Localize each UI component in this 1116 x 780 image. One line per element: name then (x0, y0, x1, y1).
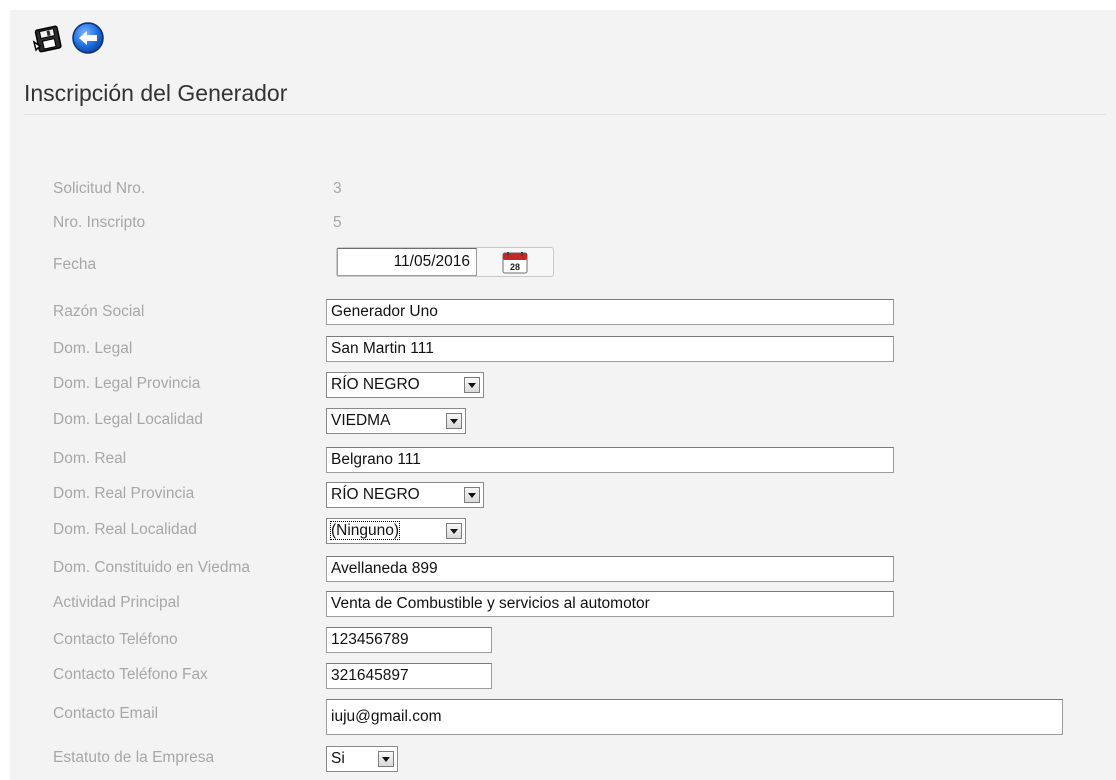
estatuto-value: Si (331, 750, 345, 767)
dom-real-label: Dom. Real (53, 450, 127, 467)
back-arrow-icon (72, 22, 104, 54)
calendar-button[interactable]: 28 (501, 252, 529, 274)
chevron-down-icon (446, 523, 462, 539)
razon-social-label: Razón Social (53, 303, 145, 320)
dom-real-localidad-focused-text: (Ninguno) (329, 521, 401, 540)
razon-social-input[interactable] (326, 299, 894, 325)
date-picker: 28 (336, 247, 554, 277)
email-label: Contacto Email (53, 705, 159, 722)
dom-legal-provincia-value: RÍO NEGRO (331, 376, 420, 393)
back-button[interactable] (70, 20, 106, 56)
dom-real-localidad-label: Dom. Real Localidad (53, 521, 197, 538)
calendar-day-text: 28 (510, 262, 520, 272)
dom-legal-label: Dom. Legal (53, 340, 133, 357)
dom-real-input[interactable] (326, 447, 894, 473)
chevron-down-icon (378, 751, 394, 767)
fax-input[interactable] (326, 663, 492, 689)
dom-legal-input[interactable] (326, 336, 894, 362)
actividad-label: Actividad Principal (53, 594, 180, 611)
dom-legal-provincia-label: Dom. Legal Provincia (53, 375, 201, 392)
estatuto-label: Estatuto de la Empresa (53, 749, 215, 766)
form-panel (10, 10, 1116, 780)
calendar-icon: 28 (502, 252, 528, 274)
solicitud-label: Solicitud Nro. (53, 180, 146, 197)
email-input[interactable] (326, 699, 1063, 735)
telefono-input[interactable] (326, 627, 492, 653)
estatuto-select[interactable]: Si (326, 746, 398, 772)
title-divider (24, 114, 1106, 115)
chevron-down-icon (446, 413, 462, 429)
dom-legal-provincia-select[interactable]: RÍO NEGRO (326, 372, 484, 398)
dom-real-provincia-select[interactable]: RÍO NEGRO (326, 482, 484, 508)
dom-legal-localidad-select[interactable]: VIEDMA (326, 408, 466, 434)
dom-real-localidad-select[interactable]: (Ninguno) (326, 518, 466, 544)
inscripto-label: Nro. Inscripto (53, 214, 146, 231)
fecha-label: Fecha (53, 256, 97, 273)
page-title: Inscripción del Generador (24, 80, 288, 106)
dom-real-provincia-label: Dom. Real Provincia (53, 485, 195, 502)
fax-label: Contacto Teléfono Fax (53, 666, 208, 683)
chevron-down-icon (464, 487, 480, 503)
inscripto-value: 5 (333, 214, 342, 231)
dom-real-provincia-value: RÍO NEGRO (331, 486, 420, 503)
dom-legal-localidad-value: VIEDMA (331, 412, 391, 429)
actividad-input[interactable] (326, 591, 894, 617)
save-disk-icon (32, 25, 62, 53)
solicitud-value: 3 (333, 180, 342, 197)
fecha-input[interactable] (337, 248, 477, 276)
chevron-down-icon (464, 377, 480, 393)
dom-constituido-input[interactable] (326, 556, 894, 582)
telefono-label: Contacto Teléfono (53, 631, 178, 648)
dom-real-localidad-value: (Ninguno) (327, 521, 446, 540)
dom-constituido-label: Dom. Constituido en Viedma (53, 559, 251, 576)
save-button[interactable] (30, 20, 66, 56)
dom-legal-localidad-label: Dom. Legal Localidad (53, 411, 203, 428)
